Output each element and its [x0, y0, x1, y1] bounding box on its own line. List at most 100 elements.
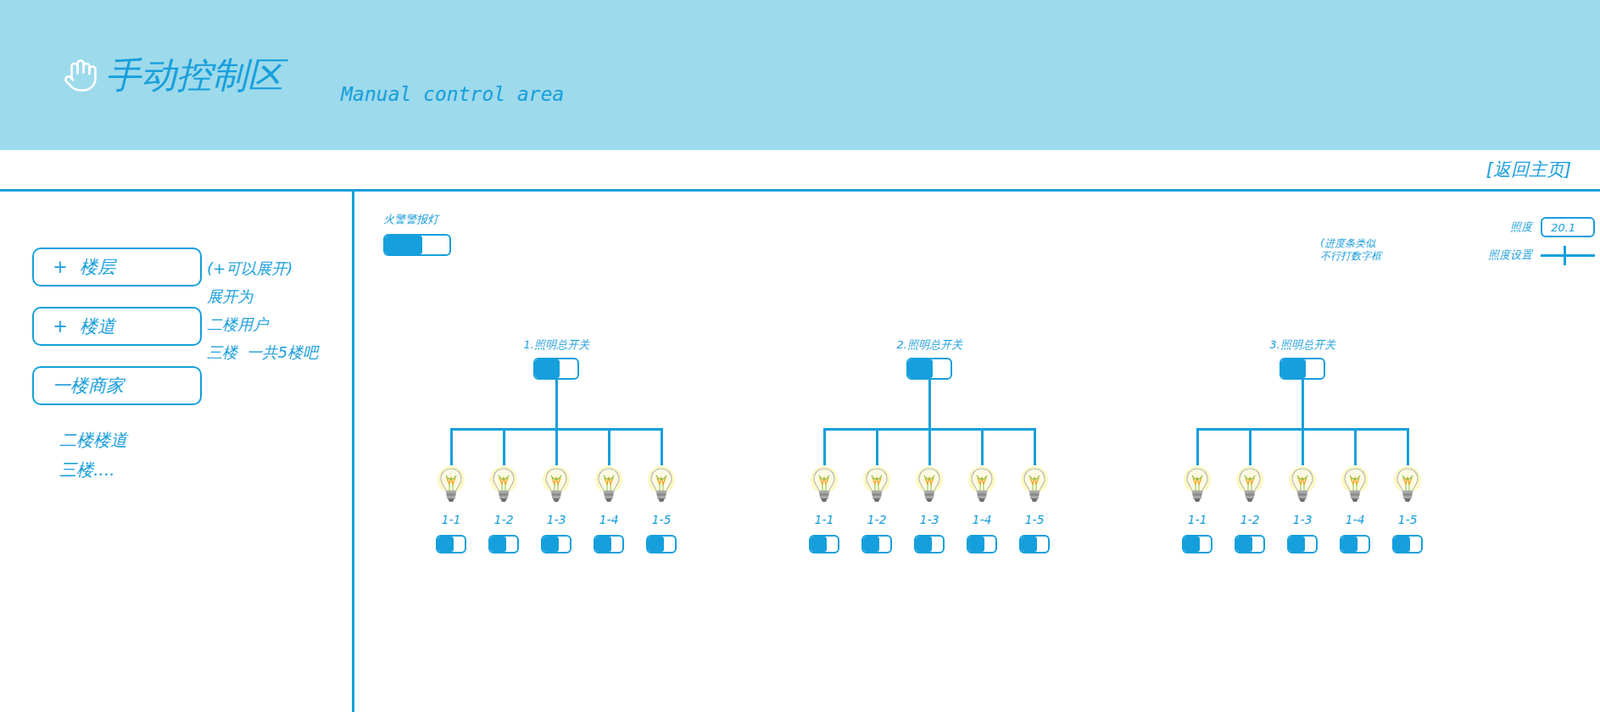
- light-switch[interactable]: [1287, 535, 1318, 554]
- light-branch: 1-11-21-31-41-5: [1170, 428, 1434, 554]
- light-item: 1-2: [477, 428, 530, 554]
- light-bulb-icon: [489, 465, 519, 508]
- light-switch[interactable]: [966, 535, 998, 554]
- illuminance-label: 照度: [1389, 219, 1533, 235]
- light-item: 1-5: [1381, 428, 1434, 554]
- sidebar-sub-item[interactable]: 二楼楼道: [32, 429, 202, 452]
- light-bulb-icon: [1393, 465, 1422, 508]
- sidebar-item[interactable]: +楼道: [32, 306, 202, 346]
- light-item: 1-3: [1276, 428, 1329, 554]
- toggle-fill: [647, 536, 664, 552]
- light-bulb-icon: [1235, 465, 1265, 508]
- toggle-fill: [1288, 536, 1305, 552]
- toggle-fill: [863, 536, 880, 552]
- light-switch[interactable]: [435, 535, 467, 554]
- light-switch[interactable]: [861, 535, 892, 554]
- light-label: 1-4: [972, 512, 993, 527]
- sidebar-item[interactable]: 一楼商家: [32, 366, 202, 406]
- tree-line: [1354, 428, 1357, 466]
- page-subtitle: Manual control area: [340, 83, 564, 106]
- slider-thumb[interactable]: [1563, 245, 1567, 266]
- light-bulb-icon: [914, 465, 944, 508]
- tree-line: [1301, 428, 1305, 466]
- light-item: 1-1: [424, 428, 478, 554]
- light-bulb-icon: [1287, 465, 1317, 508]
- page: 手动控制区 Manual control area [返回主页] +楼层 +楼道一楼商家…: [0, 0, 1600, 712]
- light-label: 1-3: [546, 512, 567, 527]
- lighting-group: 3.照明总开关1-11-21-31-41-5: [1115, 337, 1489, 554]
- master-switch[interactable]: [1279, 357, 1326, 380]
- fire-alarm-label: 火警警报灯: [383, 211, 452, 228]
- tree-line: [555, 379, 558, 429]
- expand-toggle[interactable]: +: [52, 256, 68, 278]
- tree-line: [660, 428, 664, 466]
- light-bulb-icon: [809, 465, 839, 508]
- toggle-fill: [595, 536, 612, 552]
- light-switch[interactable]: [1181, 535, 1213, 554]
- sidebar-sub-item[interactable]: 三楼....: [32, 458, 202, 482]
- lighting-group: 1.照明总开关 1-1 1-2 1-3 1-4 1-5: [369, 337, 743, 554]
- light-label: 1-2: [494, 512, 514, 527]
- master-switch[interactable]: [533, 357, 580, 380]
- light-bulb-icon: [862, 465, 892, 508]
- light-label: 1-1: [441, 512, 462, 527]
- fire-alarm: 火警警报灯: [383, 211, 452, 257]
- light-label: 1-4: [1345, 512, 1366, 527]
- light-item: 1-1: [1170, 428, 1224, 554]
- sidebar-notes: (+可以展开)展开为二楼用户三楼 一共5楼吧: [206, 247, 318, 712]
- light-bulb-icon: [1020, 465, 1049, 508]
- toggle-fill: [437, 536, 454, 552]
- expand-toggle[interactable]: +: [52, 316, 68, 337]
- light-switch[interactable]: [914, 535, 945, 554]
- back-home-link[interactable]: [返回主页]: [1486, 157, 1572, 182]
- light-switch[interactable]: [488, 535, 519, 554]
- light-switch[interactable]: [646, 535, 677, 554]
- sidebar-item-label: 一楼商家: [52, 373, 124, 398]
- light-switch[interactable]: [808, 535, 840, 554]
- light-item: 1-4: [582, 428, 636, 554]
- toggle-fill: [968, 536, 985, 552]
- tree-line: [981, 428, 984, 466]
- tree-line: [1301, 379, 1305, 429]
- light-switch[interactable]: [593, 535, 625, 554]
- annotation: 二楼用户: [206, 310, 318, 339]
- body: +楼层 +楼道一楼商家二楼楼道三楼....(+可以展开)展开为二楼用户三楼 一共5…: [0, 191, 1600, 712]
- light-switch[interactable]: [1234, 535, 1266, 554]
- annotation: (进度条类似不行打数字框: [1320, 237, 1382, 263]
- light-bulb-icon: [967, 465, 997, 508]
- group-title: 3.照明总开关: [1269, 337, 1335, 353]
- page-title: 手动控制区: [105, 51, 284, 100]
- toggle-fill: [915, 536, 932, 552]
- lighting-group: 2.照明总开关1-11-21-31-41-5: [742, 337, 1116, 554]
- light-bulb-icon: [646, 465, 676, 508]
- toggle-fill: [1020, 536, 1037, 552]
- hand-icon: [62, 57, 99, 94]
- light-item: 1-2: [850, 428, 904, 554]
- light-switch[interactable]: [1339, 535, 1371, 554]
- light-item: 1-3: [529, 428, 583, 554]
- tree-line: [450, 428, 453, 466]
- light-label: 1-3: [919, 512, 940, 527]
- tree-line: [875, 428, 879, 466]
- toggle-fill: [490, 536, 507, 552]
- light-label: 1-5: [1025, 512, 1045, 527]
- toggle-fill: [1341, 536, 1358, 552]
- light-bulb-icon: [1182, 465, 1212, 508]
- fire-alarm-toggle[interactable]: [383, 234, 452, 257]
- group-title: 1.照明总开关: [523, 337, 589, 353]
- control-area: 火警警报灯照度20.1(进度条类似不行打数字框照度设置1.照明总开关1-11-2…: [354, 191, 1600, 712]
- light-label: 1-5: [652, 512, 672, 527]
- light-switch[interactable]: [1392, 535, 1423, 554]
- light-label: 1-1: [814, 512, 835, 527]
- header: 手动控制区 Manual control area: [0, 0, 1600, 151]
- light-switch[interactable]: [540, 535, 572, 554]
- tree-line: [928, 379, 932, 429]
- master-switch[interactable]: [906, 357, 953, 380]
- light-label: 1-2: [867, 512, 887, 527]
- light-switch[interactable]: [1019, 535, 1050, 554]
- toggle-fill: [1183, 536, 1200, 552]
- sidebar-item[interactable]: +楼层: [32, 247, 202, 287]
- top-row: 火警警报灯照度20.1(进度条类似不行打数字框照度设置: [354, 191, 1600, 263]
- nav-bar: [返回主页]: [0, 150, 1600, 192]
- illuminance-slider[interactable]: [1540, 254, 1595, 257]
